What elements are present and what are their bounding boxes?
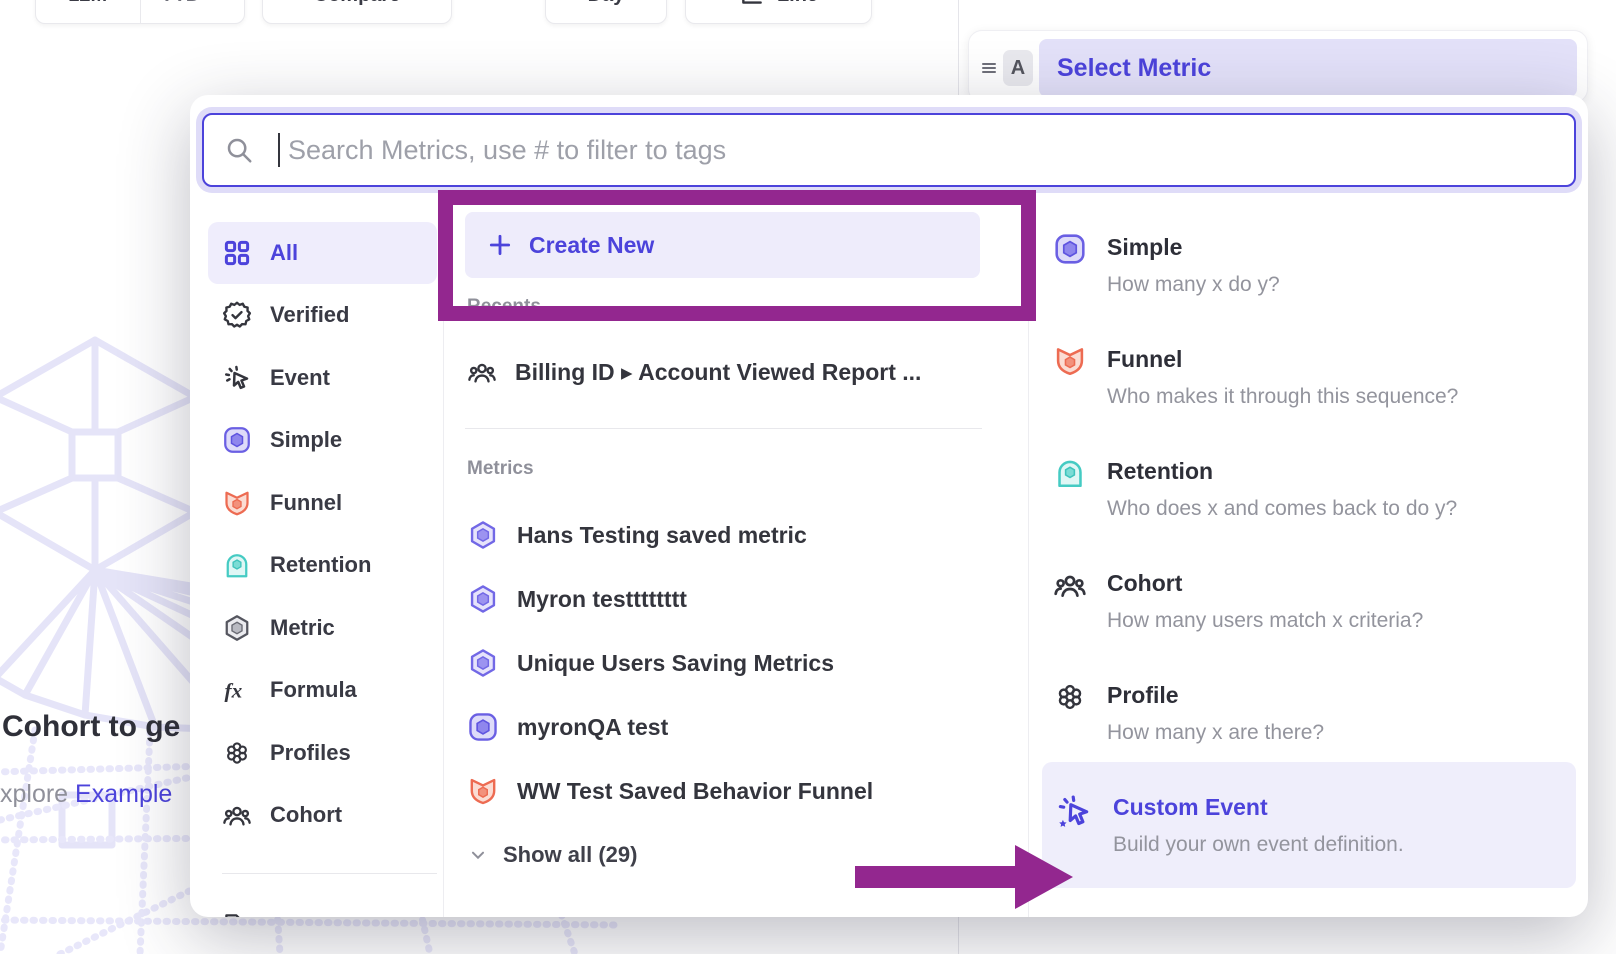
sidebar-item-simple[interactable]: Simple	[208, 409, 437, 471]
funnel-icon	[222, 488, 252, 518]
search-field	[202, 113, 1576, 187]
saved-metric-hexagon-icon	[467, 519, 499, 551]
retention-icon	[222, 550, 252, 580]
metrics-heading: Metrics	[467, 458, 534, 480]
series-a-badge: A	[1003, 50, 1033, 86]
drag-handle-icon[interactable]	[977, 56, 1001, 80]
compare-button[interactable]: Compare	[262, 0, 452, 24]
example-reports-link[interactable]: Example	[75, 780, 172, 808]
sidebar-item-all[interactable]: All	[208, 222, 437, 284]
sidebar-item-funnel[interactable]: Funnel	[208, 472, 437, 534]
saved-metric-hexagon-icon	[467, 583, 499, 615]
type-option-simple[interactable]: Simple How many x do y?	[1053, 232, 1587, 297]
grid-icon	[222, 238, 252, 268]
recents-heading: Recents	[467, 296, 541, 318]
type-desc: Who does x and comes back to do y?	[1107, 497, 1457, 521]
sidebar-item-event[interactable]: Event	[208, 347, 437, 409]
funnel-icon	[467, 775, 499, 807]
clipped-label-fragment	[270, 917, 288, 918]
search-input[interactable]	[202, 113, 1576, 187]
screen: 12M YTD Compare Day Line A Select Metric…	[0, 0, 1616, 954]
plus-icon	[487, 232, 513, 258]
simple-metric-icon	[1053, 232, 1087, 266]
sidebar-divider	[222, 873, 437, 874]
middle-divider	[465, 428, 982, 429]
type-desc: Who makes it through this sequence?	[1107, 385, 1458, 409]
simple-metric-icon	[222, 425, 252, 455]
type-option-profile[interactable]: Profile How many x are there?	[1053, 680, 1587, 745]
type-option-funnel[interactable]: Funnel Who makes it through this sequence…	[1053, 344, 1587, 409]
metric-list-item[interactable]: Myron testttttttt	[467, 577, 687, 621]
type-title: Profile	[1107, 682, 1324, 709]
type-title: Simple	[1107, 234, 1280, 261]
sidebar-item-profiles[interactable]: Profiles	[208, 722, 437, 784]
type-desc: How many x do y?	[1107, 273, 1280, 297]
type-desc: How many users match x criteria?	[1107, 609, 1423, 633]
type-title: Retention	[1107, 458, 1457, 485]
metric-hexagon-icon	[222, 613, 252, 643]
metric-list-item[interactable]: Unique Users Saving Metrics	[467, 641, 834, 685]
sidebar-item-metric[interactable]: Metric	[208, 597, 437, 659]
type-title: Cohort	[1107, 570, 1423, 597]
retention-icon	[1053, 456, 1087, 490]
metric-list-item[interactable]: myronQA test	[467, 705, 668, 749]
empty-state-title: Cohort to ge	[2, 710, 180, 744]
sidebar-item-retention[interactable]: Retention	[208, 534, 437, 596]
range-ytd-button[interactable]: YTD	[140, 0, 245, 23]
metric-list-item[interactable]: WW Test Saved Behavior Funnel	[467, 769, 873, 813]
date-range-control[interactable]: 12M YTD	[35, 0, 245, 24]
show-all-toggle[interactable]: Show all (29)	[467, 833, 637, 877]
tag-icon	[222, 911, 252, 917]
metric-slot-card: A Select Metric	[968, 30, 1588, 103]
type-option-cohort[interactable]: Cohort How many users match x criteria?	[1053, 568, 1587, 633]
type-option-custom-event[interactable]: Custom Event Build your own event definit…	[1042, 762, 1576, 888]
type-title: Funnel	[1107, 346, 1458, 373]
event-cursor-icon	[222, 363, 252, 393]
line-chart-icon	[739, 0, 765, 8]
type-option-retention[interactable]: Retention Who does x and comes back to do…	[1053, 456, 1587, 521]
metric-list-item[interactable]: Hans Testing saved metric	[467, 513, 807, 557]
cohort-people-icon	[1053, 568, 1087, 602]
range-12m-button[interactable]: 12M	[36, 0, 140, 23]
profiles-cluster-icon	[1053, 680, 1087, 714]
create-new-button[interactable]: Create New	[465, 212, 980, 278]
sidebar-item-cohort[interactable]: Cohort	[208, 784, 437, 846]
type-desc: How many x are there?	[1107, 721, 1324, 745]
cohort-people-icon	[222, 800, 252, 830]
chart-type-line-button[interactable]: Line	[685, 0, 872, 24]
chevron-down-icon	[208, 0, 224, 3]
simple-metric-icon	[467, 711, 499, 743]
column-divider	[443, 205, 444, 917]
chevron-down-icon	[467, 844, 489, 866]
svg-text:fx: fx	[225, 679, 243, 703]
sidebar-item-verified[interactable]: Verified	[208, 284, 437, 346]
formula-fx-icon: fx	[222, 675, 252, 705]
granularity-day-button[interactable]: Day	[545, 0, 667, 24]
empty-state-subtitle: xplore Example	[0, 780, 172, 809]
select-metric-slot[interactable]: Select Metric	[1039, 39, 1577, 97]
saved-metric-hexagon-icon	[467, 647, 499, 679]
sidebar-item-partial[interactable]	[208, 895, 437, 917]
recent-item[interactable]: Billing ID ▸ Account Viewed Report ...	[467, 350, 921, 394]
funnel-icon	[1053, 344, 1087, 378]
custom-event-icon	[1055, 792, 1093, 830]
text-cursor	[278, 133, 280, 167]
metric-picker-modal: All Verified Event Simple Funnel Retenti…	[190, 95, 1588, 917]
sidebar-item-formula[interactable]: fx Formula	[208, 659, 437, 721]
column-divider	[1028, 205, 1029, 917]
type-title: Custom Event	[1113, 794, 1404, 821]
search-icon	[224, 135, 254, 165]
verified-badge-icon	[222, 300, 252, 330]
profiles-cluster-icon	[222, 738, 252, 768]
type-desc: Build your own event definition.	[1113, 833, 1404, 857]
cohort-people-icon	[467, 357, 497, 387]
